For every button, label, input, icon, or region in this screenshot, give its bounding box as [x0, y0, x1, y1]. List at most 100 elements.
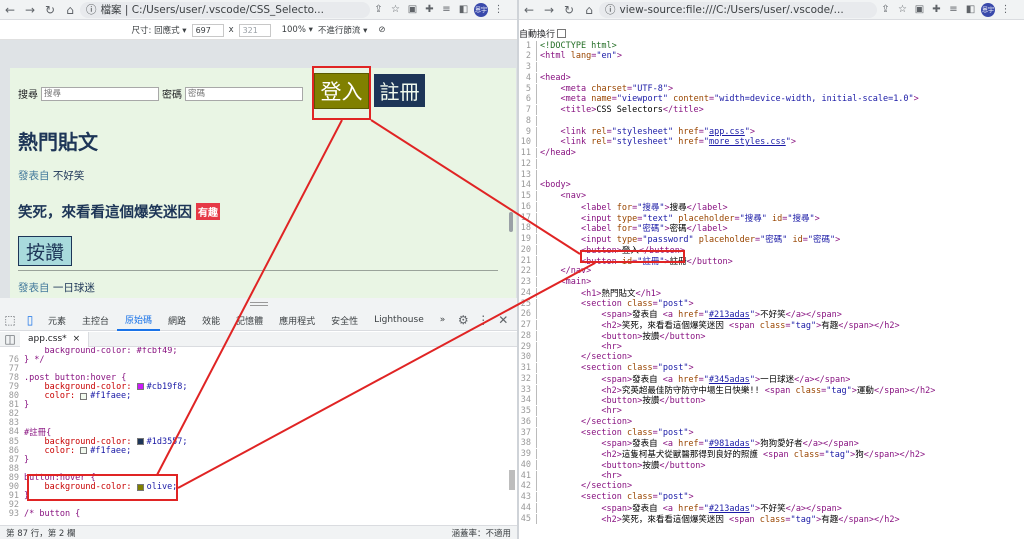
source-line: 34 <button>按讚</button> [519, 395, 705, 406]
line-number: 23 [519, 277, 537, 287]
forward-icon[interactable]: → [20, 0, 40, 20]
home-icon[interactable]: ⌂ [579, 0, 599, 20]
devtools-tab[interactable]: 記憶體 [228, 310, 271, 331]
line-number: 45 [519, 513, 537, 524]
source-code: <section class="post"> [580, 492, 694, 502]
line-number: 6 [519, 94, 537, 105]
source-code: <section class="post"> [580, 363, 694, 373]
share-icon[interactable]: ⇪ [370, 1, 387, 19]
extensions-puzzle-icon[interactable]: ✚ [928, 1, 945, 19]
color-swatch-icon[interactable] [136, 438, 144, 445]
devtools-tab[interactable]: » [432, 310, 454, 331]
color-swatch-icon[interactable] [80, 392, 88, 400]
devtools-resize-handle[interactable] [0, 298, 517, 310]
share-icon[interactable]: ⇪ [877, 1, 894, 19]
devtools-tab[interactable]: 應用程式 [271, 310, 323, 331]
right-browser-toolbar: ← → ↻ ⌂ ⓘ view-source:file:///C:/Users/u… [519, 0, 1024, 20]
line-number: 30 [519, 352, 537, 363]
devtools-menu-icon[interactable]: ⋮ [473, 310, 493, 330]
editor-scrollbar[interactable] [509, 470, 515, 490]
right-browser-window: ← → ↻ ⌂ ⓘ view-source:file:///C:/Users/u… [519, 0, 1024, 539]
notion-extension-icon[interactable]: ▣ [911, 1, 928, 19]
throttle-dropdown[interactable]: 不進行節流 ▾ [318, 24, 367, 36]
post-author-link[interactable]: 不好笑 [53, 170, 85, 182]
side-panel-icon[interactable]: ◧ [962, 1, 979, 19]
line-number: 14 [519, 180, 537, 191]
avatar[interactable]: 恩宇 [981, 2, 995, 17]
file-tab-app-css[interactable]: app.css* × [20, 331, 90, 347]
password-input[interactable] [185, 86, 303, 101]
inspect-element-icon[interactable]: ⬚ [0, 310, 20, 330]
search-input[interactable] [41, 86, 159, 101]
menu-kebab-icon[interactable]: ⋮ [997, 1, 1014, 19]
line-number: 32 [519, 373, 537, 384]
device-toolbar: 尺寸: 回應式 ▾ 697 x 321 100% ▾ 不進行節流 ▾ ⊘ [0, 21, 517, 40]
back-icon[interactable]: ← [0, 0, 20, 20]
source-code: <section class="post"> [580, 298, 694, 309]
login-button-highlight [312, 66, 371, 120]
source-code: <!DOCTYPE html> [540, 40, 617, 51]
code-text: } [24, 454, 30, 465]
post-author-link-2[interactable]: 一日球迷 [53, 282, 95, 294]
notion-extension-icon[interactable]: ▣ [404, 1, 421, 19]
devtools-tab[interactable]: Lighthouse [366, 310, 432, 331]
viewport-scrollbar[interactable] [509, 212, 513, 232]
source-code: <section class="post"> [580, 427, 694, 438]
line-number: 18 [519, 223, 537, 234]
line-number: 17 [519, 212, 537, 223]
line-number: 22 [519, 266, 537, 277]
settings-gear-icon[interactable]: ⚙ [453, 310, 473, 330]
source-line: 36 </section> [519, 416, 632, 427]
zoom-dropdown[interactable]: 100% ▾ [282, 25, 313, 35]
viewport-height-input[interactable]: 321 [238, 23, 271, 37]
source-line: 6 <meta name="viewport" content="width=d… [519, 94, 919, 105]
source-code: </section> [580, 352, 633, 363]
color-swatch-icon[interactable] [136, 383, 144, 391]
source-code: <title>CSS Selectors</title> [560, 105, 704, 115]
line-wrap-checkbox[interactable] [557, 29, 567, 38]
side-panel-icon[interactable]: ◧ [455, 1, 472, 19]
right-address-bar[interactable]: ⓘ view-source:file:///C:/Users/user/.vsc… [599, 1, 877, 18]
toggle-navigator-icon[interactable]: ◫ [0, 332, 20, 347]
close-icon[interactable]: × [73, 334, 81, 344]
source-line: 4 <head> [519, 72, 571, 83]
home-icon[interactable]: ⌂ [60, 0, 80, 20]
like-button[interactable]: 按讚 [18, 236, 72, 266]
reading-list-icon[interactable]: ≡ [945, 1, 962, 19]
bookmark-star-icon[interactable]: ☆ [387, 1, 404, 19]
source-code: </section> [580, 416, 633, 427]
forward-icon[interactable]: → [539, 0, 559, 20]
color-swatch-icon[interactable] [80, 447, 88, 455]
devtools-tab[interactable]: 網路 [160, 310, 194, 331]
rotate-icon[interactable]: ⊘ [378, 25, 385, 35]
source-line: 35 <hr> [519, 406, 622, 417]
reload-icon[interactable]: ↻ [40, 0, 60, 20]
menu-kebab-icon[interactable]: ⋮ [490, 1, 507, 19]
devtools-tab[interactable]: 主控台 [74, 310, 117, 331]
devtools-tab[interactable]: 效能 [194, 310, 228, 331]
cursor-position: 第 87 行，第 2 欄 [6, 528, 76, 539]
reload-icon[interactable]: ↻ [559, 0, 579, 20]
device-size-dropdown[interactable]: 尺寸: 回應式 ▾ [132, 24, 187, 36]
devtools-tab[interactable]: 元素 [40, 310, 74, 331]
avatar[interactable]: 恩宇 [474, 2, 488, 17]
line-number: 11 [519, 148, 537, 158]
device-mode-icon[interactable]: ▯ [20, 310, 40, 330]
extensions-puzzle-icon[interactable]: ✚ [421, 1, 438, 19]
source-line: 9 <link rel="stylesheet" href="app.css"> [519, 126, 755, 137]
devtools-tab[interactable]: 原始碼 [117, 310, 161, 331]
left-address-bar[interactable]: ⓘ 檔案 | C:/Users/user/.vscode/CSS_Selecto… [80, 1, 370, 18]
back-icon[interactable]: ← [519, 0, 539, 20]
viewport-width-input[interactable]: 697 [191, 23, 224, 37]
devtools-tab[interactable]: 安全性 [323, 310, 366, 331]
register-button[interactable]: 註冊 [374, 74, 425, 107]
line-number: 36 [519, 416, 537, 427]
devtools-close-icon[interactable]: ✕ [493, 310, 513, 330]
code-text: /* button { [24, 509, 81, 520]
reading-list-icon[interactable]: ≡ [438, 1, 455, 19]
bookmark-star-icon[interactable]: ☆ [894, 1, 911, 19]
css-property: color: [24, 445, 81, 456]
line-number: 44 [519, 502, 537, 513]
source-line: 14 <body> [519, 180, 571, 191]
line-number: 31 [519, 363, 537, 373]
